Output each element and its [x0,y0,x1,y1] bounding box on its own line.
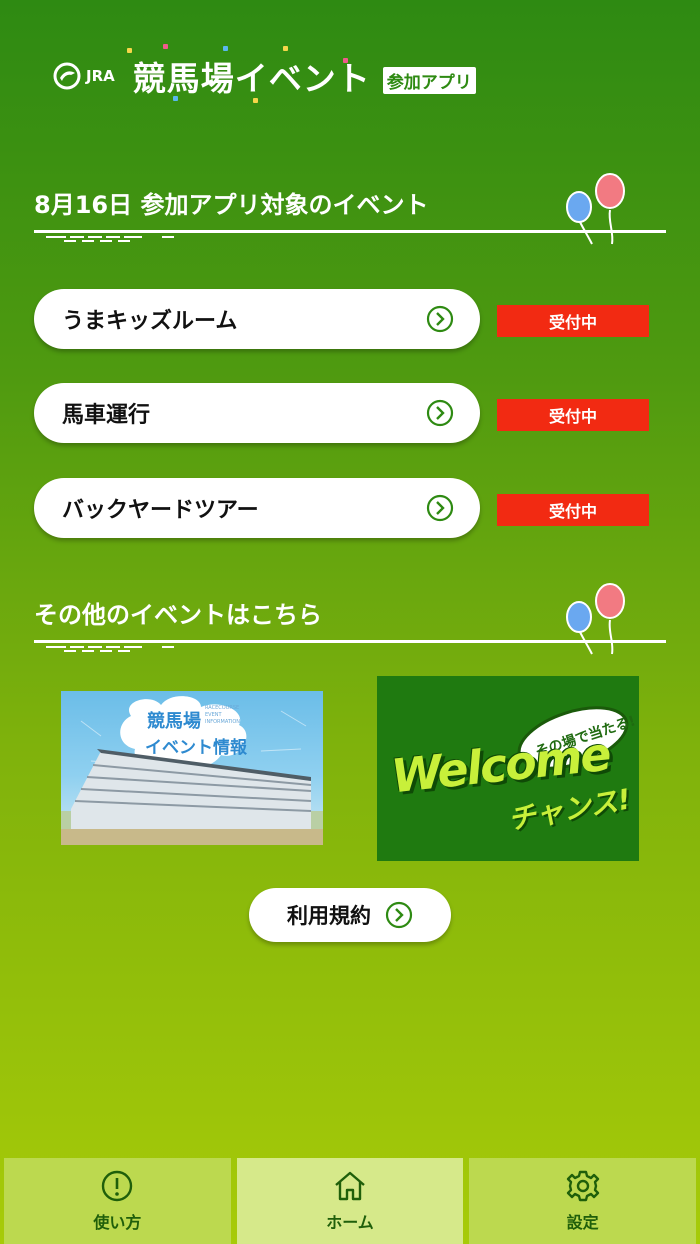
bottom-tab-bar: 使い方 ホーム 設定 [0,1158,700,1244]
event-label: 馬車運行 [62,403,151,428]
event-row: 馬車運行 受付中 [34,383,650,445]
exclamation-circle-icon [102,1170,133,1202]
dash-decoration [46,646,174,652]
banner-title-line2: イベント情報 [145,738,247,758]
banner-subtitle: RACECOURSE EVENT INFORMATION [205,705,241,725]
status-badge: 受付中 [497,399,649,431]
event-button-uma-kids-room[interactable]: うまキッズルーム [34,289,480,349]
event-button-backyard-tour[interactable]: バックヤードツアー [34,478,480,538]
dash-decoration [46,236,174,242]
tab-settings[interactable]: 設定 [469,1158,697,1244]
confetti-decoration [126,48,132,53]
chevron-right-circle-icon [426,399,454,427]
status-badge: 受付中 [497,305,649,337]
event-row: バックヤードツアー 受付中 [34,478,650,540]
chevron-right-circle-icon [426,494,454,522]
event-label: バックヤードツアー [62,498,259,523]
jra-text: JRA [86,67,115,85]
event-label: うまキッズルーム [62,309,238,334]
balloons-icon [566,583,625,655]
tab-label: 設定 [566,1213,599,1232]
jra-horse-icon [53,62,81,90]
tab-label: ホーム [326,1213,374,1232]
jra-logo: JRA [52,61,115,91]
chevron-right-circle-icon [426,305,454,333]
app-header: JRA 競馬場イベント 参加アプリ [52,44,476,106]
tab-home[interactable]: ホーム [236,1158,464,1244]
terms-label: 利用規約 [287,904,371,928]
tab-label: 使い方 [93,1213,142,1232]
confetti-decoration [162,44,168,49]
gear-icon [566,1170,599,1202]
section-title-other: その他のイベントはこちら [34,601,322,629]
status-badge: 受付中 [497,494,649,526]
confetti-decoration [342,58,348,63]
balloons-icon [566,173,625,245]
confetti-decoration [252,98,258,103]
confetti-decoration [282,46,288,51]
welcome-chance-banner[interactable]: その場で当たる! Welcome チャンス! [377,676,639,861]
confetti-decoration [172,96,178,101]
banner-title-line1: 競馬場 [147,711,201,732]
chevron-right-circle-icon [385,901,413,929]
racecourse-event-info-banner[interactable]: 競馬場 RACECOURSE EVENT INFORMATION イベント情報 [61,691,323,845]
section-title-today: 8月16日 参加アプリ対象のイベント [34,191,429,219]
app-badge: 参加アプリ [382,66,476,94]
event-button-carriage-ride[interactable]: 馬車運行 [34,383,480,443]
terms-of-use-button[interactable]: 利用規約 [249,888,451,942]
tab-how-to-use[interactable]: 使い方 [4,1158,231,1244]
confetti-decoration [222,46,228,51]
app-title: 競馬場イベント [126,44,371,103]
home-icon [335,1171,365,1201]
event-row: うまキッズルーム 受付中 [34,289,650,351]
